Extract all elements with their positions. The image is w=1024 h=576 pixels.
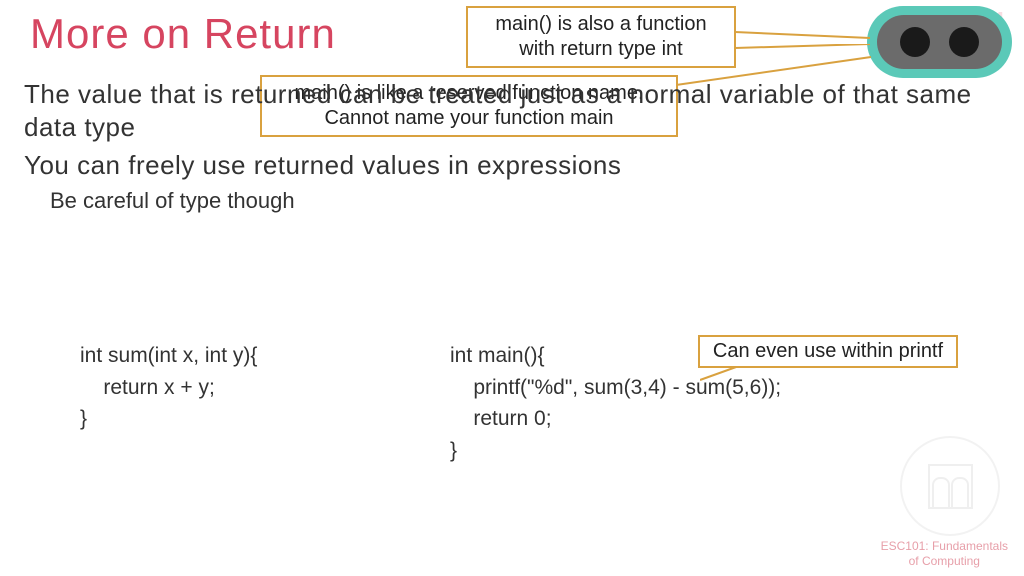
page-title: More on Return	[30, 10, 336, 58]
footer-course: ESC101: Fundamentals of Computing	[881, 539, 1008, 568]
body-text-2: You can freely use returned values in ex…	[24, 150, 984, 181]
robot-eye-right	[949, 27, 979, 57]
callout-printf: Can even use within printf	[698, 335, 958, 368]
institute-logo	[900, 436, 1000, 536]
body-text-1: The value that is returned can be treate…	[24, 78, 984, 143]
sub-text: Be careful of type though	[50, 188, 295, 214]
footer-line-2: of Computing	[909, 554, 980, 568]
code-sum-function: int sum(int x, int y){ return x + y; }	[80, 340, 257, 435]
robot-icon	[867, 6, 1012, 78]
robot-eye-left	[900, 27, 930, 57]
footer-line-1: ESC101: Fundamentals	[881, 539, 1008, 553]
